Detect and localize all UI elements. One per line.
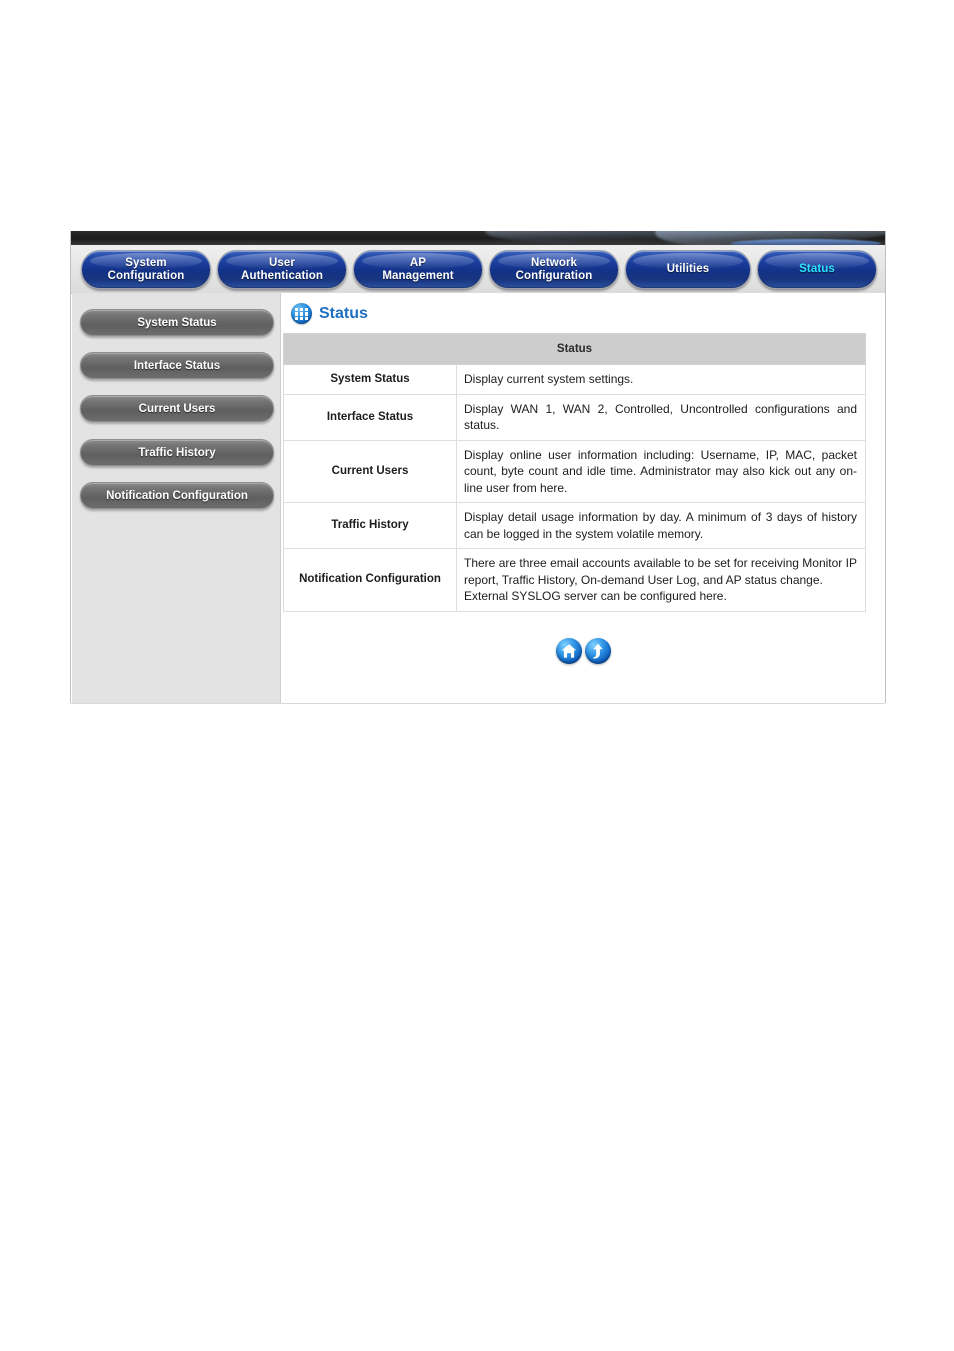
sidebar-item-traffic-history[interactable]: Traffic History (80, 439, 274, 466)
frame-bottom-edge (71, 703, 885, 704)
table-row-description-text: There are three email accounts available… (464, 556, 857, 587)
table-row-description-text: Display WAN 1, WAN 2, Controlled, Uncont… (464, 401, 857, 433)
table-row-description-text: Display detail usage information by day.… (464, 510, 857, 541)
nav-tab-user-authentication-line1: User (269, 256, 295, 269)
nav-tab-network-configuration-line1: Network (530, 256, 578, 269)
table-row-description-text-secondary: External SYSLOG server can be configured… (464, 589, 727, 603)
table-row-description-text: Display current system settings. (464, 372, 634, 386)
table-row: Interface Status Display WAN 1, WAN 2, C… (283, 393, 866, 441)
sidebar-item-label: Current Users (138, 402, 216, 415)
sidebar-item-label: Notification Configuration (106, 489, 248, 502)
nav-tab-status-label: Status (799, 263, 835, 275)
nav-tab-ap-management[interactable]: AP Management (353, 250, 483, 289)
table-row-description-text: Display online user information includin… (464, 447, 857, 495)
nav-tab-network-configuration-line2: Configuration (515, 269, 593, 282)
table-row: Traffic History Display detail usage inf… (283, 502, 866, 549)
nav-tab-system-configuration-line1: System (125, 256, 167, 269)
page-title: Status (319, 304, 368, 322)
primary-navigation: System Configuration User Authentication… (71, 245, 885, 294)
page-header: Status (291, 303, 368, 324)
table-header-row: Status (283, 333, 866, 365)
sidebar-item-label: System Status (137, 316, 217, 329)
table-row-description: Display detail usage information by day.… (456, 502, 866, 549)
nav-tab-user-authentication[interactable]: User Authentication (217, 250, 347, 289)
header-banner (71, 231, 885, 245)
page-body: System Status Interface Status Current U… (71, 293, 885, 703)
table-row-description: Display online user information includin… (456, 439, 866, 503)
nav-tab-utilities[interactable]: Utilities (625, 250, 751, 289)
table-row-description: Display WAN 1, WAN 2, Controlled, Uncont… (456, 393, 866, 441)
footer-navigation (281, 638, 885, 664)
sidebar-item-system-status[interactable]: System Status (80, 309, 274, 336)
table-row-label: Interface Status (283, 393, 457, 441)
sidebar: System Status Interface Status Current U… (72, 293, 281, 703)
back-to-top-icon[interactable] (584, 638, 611, 664)
grid-icon (291, 303, 312, 324)
table-row-label: System Status (283, 364, 457, 395)
nav-tab-network-configuration[interactable]: Network Configuration (489, 250, 619, 289)
table-row-label: Current Users (283, 439, 457, 503)
sidebar-item-label: Interface Status (133, 359, 221, 372)
nav-tab-system-configuration-line2: Configuration (107, 269, 185, 282)
sidebar-item-notification-configuration[interactable]: Notification Configuration (80, 482, 274, 509)
table-row: System Status Display current system set… (283, 364, 866, 395)
sidebar-item-interface-status[interactable]: Interface Status (80, 352, 274, 379)
table-row-label: Notification Configuration (283, 548, 457, 612)
nav-tab-user-authentication-line2: Authentication (241, 269, 323, 282)
nav-tab-ap-management-line1: AP (409, 256, 427, 269)
main-content: Status Status System Status Display curr… (281, 293, 885, 703)
table-row-description: Display current system settings. (456, 364, 866, 395)
table-row-description: There are three email accounts available… (456, 548, 866, 612)
status-description-table: Status System Status Display current sys… (283, 333, 866, 612)
nav-tab-utilities-label: Utilities (666, 263, 710, 275)
table-header-cell: Status (283, 333, 866, 365)
sidebar-item-current-users[interactable]: Current Users (80, 395, 274, 422)
nav-tab-status[interactable]: Status (757, 250, 877, 289)
home-icon[interactable] (555, 638, 582, 664)
application-window: System Configuration User Authentication… (70, 231, 886, 704)
table-row-label: Traffic History (283, 502, 457, 549)
table-row: Current Users Display online user inform… (283, 439, 866, 503)
table-row: Notification Configuration There are thr… (283, 548, 866, 612)
nav-tab-ap-management-line2: Management (382, 269, 454, 282)
sidebar-item-label: Traffic History (138, 446, 216, 459)
nav-tab-system-configuration[interactable]: System Configuration (81, 250, 211, 289)
